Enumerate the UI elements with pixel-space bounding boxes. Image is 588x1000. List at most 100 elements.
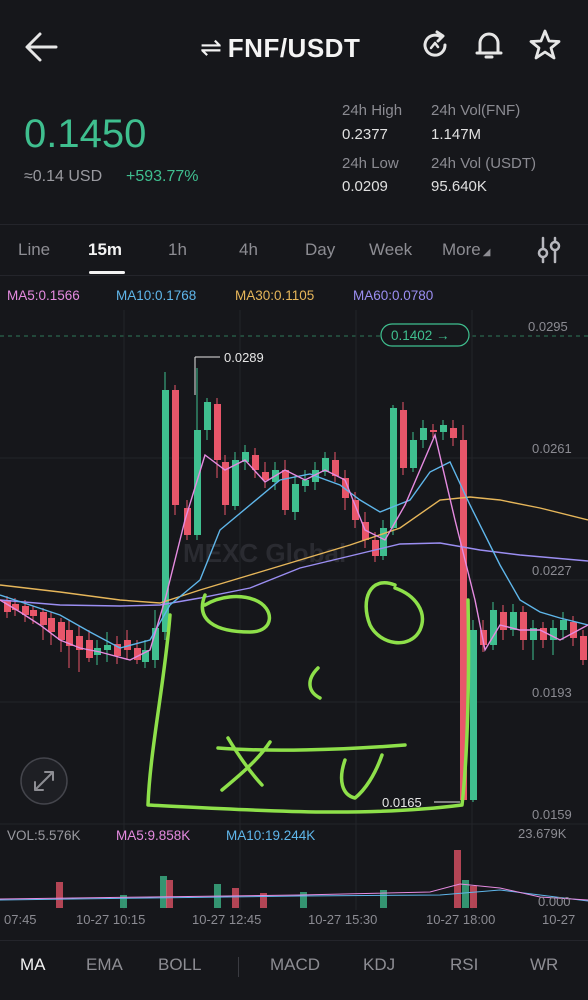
drawing-left-eye (200, 593, 272, 634)
x-tick-5: 10-27 (542, 912, 575, 927)
candle-body (420, 428, 427, 440)
candle-body (352, 500, 359, 520)
y-tick-4: 0.0159 (532, 807, 572, 822)
current-price-tag[interactable]: 0.1402 → (380, 323, 470, 347)
drawing-mouth (216, 743, 407, 752)
swap-icon: ⇌ (200, 33, 222, 63)
tab-more-label: More (442, 240, 481, 259)
drawing-left-fang (220, 736, 272, 792)
candle-body (560, 620, 567, 630)
fiat-price: ≈0.14 USD (24, 168, 103, 185)
drawing-nose (308, 666, 322, 700)
vol-zero: 0.000 (538, 894, 571, 909)
high-label: 24h High (342, 102, 403, 119)
indicator-ma[interactable]: MA (20, 955, 46, 975)
candle-body (104, 645, 111, 650)
candle-body (400, 410, 407, 468)
candle-body (372, 540, 379, 556)
vol-ma5-line (0, 883, 588, 901)
indicator-macd[interactable]: MACD (270, 955, 320, 975)
tab-day[interactable]: Day (305, 240, 335, 260)
tab-more[interactable]: More ◢ (442, 240, 490, 260)
x-tick-4: 10-27 18:00 (426, 912, 495, 927)
drawing-right-fang (339, 753, 384, 800)
hand-drawn-face (146, 581, 471, 814)
vol-usdt-label: 24h Vol (USDT) (431, 155, 537, 172)
back-arrow-icon[interactable] (22, 28, 60, 66)
candle-body (204, 402, 211, 430)
vol-fnf-label: 24h Vol(FNF) (431, 102, 521, 119)
candle-body (410, 440, 417, 468)
tab-1h[interactable]: 1h (168, 240, 187, 260)
volume-averages (0, 883, 588, 902)
candle-body (500, 612, 507, 630)
vol-ma10-value: MA10:19.244K (226, 828, 316, 843)
volume-bar (56, 882, 63, 908)
refresh-icon[interactable] (418, 28, 452, 62)
x-tick-2: 10-27 12:45 (192, 912, 261, 927)
y-tick-0: 0.0295 (528, 319, 568, 334)
vol-usdt-value: 95.640K (431, 178, 487, 195)
tab-15m[interactable]: 15m (88, 240, 122, 260)
x-tick-1: 10-27 10:15 (76, 912, 145, 927)
candle-body (262, 472, 269, 480)
candle-body (390, 408, 397, 528)
candle-body (30, 610, 37, 616)
volume-bar (232, 888, 239, 908)
tab-4h[interactable]: 4h (239, 240, 258, 260)
price-change: +593.77% (126, 168, 199, 185)
timeframe-tabs: Line 15m 1h 4h Day Week More ◢ (0, 224, 588, 276)
settings-sliders-icon[interactable] (534, 235, 564, 265)
indicator-rsi[interactable]: RSI (450, 955, 478, 975)
candle-body (58, 622, 65, 640)
volume-bar (454, 850, 461, 908)
pair-selector[interactable]: ⇌ FNF/USDT (200, 30, 360, 66)
caret-icon: ◢ (482, 247, 491, 258)
last-price: 0.1450 (24, 112, 147, 156)
low-label: 24h Low (342, 155, 399, 172)
candle-body (252, 455, 259, 470)
star-icon[interactable] (528, 28, 562, 62)
volume-bars (56, 850, 477, 908)
active-tab-underline (89, 271, 125, 274)
indicator-kdj[interactable]: KDJ (363, 955, 395, 975)
volume-legend: VOL:5.576K MA5:9.858K MA10:19.244K (0, 828, 588, 846)
candle-body (282, 470, 289, 510)
indicator-ema[interactable]: EMA (86, 955, 123, 975)
candle-body (440, 425, 447, 432)
candle-body (172, 390, 179, 505)
indicator-divider (238, 957, 239, 977)
expand-button[interactable] (20, 757, 68, 805)
pair-title: FNF/USDT (227, 32, 361, 63)
y-tick-1: 0.0261 (532, 441, 572, 456)
low-value: 0.0209 (342, 178, 388, 195)
tab-line[interactable]: Line (18, 240, 50, 260)
y-tick-2: 0.0227 (532, 563, 572, 578)
candle-body (470, 630, 477, 800)
x-tick-3: 10-27 15:30 (308, 912, 377, 927)
candle-body (430, 430, 437, 432)
candles (4, 368, 587, 802)
candle-body (450, 428, 457, 438)
candle-body (302, 480, 309, 486)
ma60-value: MA60:0.0780 (353, 288, 434, 303)
volume-bar (160, 876, 167, 908)
header: ⇌ FNF/USDT (0, 0, 588, 95)
candle-body (48, 618, 55, 632)
grid (0, 310, 588, 910)
candle-body (40, 612, 47, 625)
x-axis: 07:45 10-27 10:15 10-27 12:45 10-27 15:3… (4, 912, 575, 927)
vol-value: VOL:5.576K (7, 828, 81, 843)
candle-body (520, 612, 527, 640)
current-price-label: 0.1402 → (391, 328, 450, 343)
volume-bar (166, 880, 173, 908)
bell-icon[interactable] (472, 28, 506, 62)
candle-body (232, 460, 239, 506)
ma30-value: MA30:0.1105 (235, 288, 315, 303)
volume-bar (470, 886, 477, 908)
tab-week[interactable]: Week (369, 240, 412, 260)
indicator-boll[interactable]: BOLL (158, 955, 201, 975)
indicator-wr[interactable]: WR (530, 955, 558, 975)
drawing-right-eye (364, 581, 425, 645)
vol-ma5-value: MA5:9.858K (116, 828, 191, 843)
